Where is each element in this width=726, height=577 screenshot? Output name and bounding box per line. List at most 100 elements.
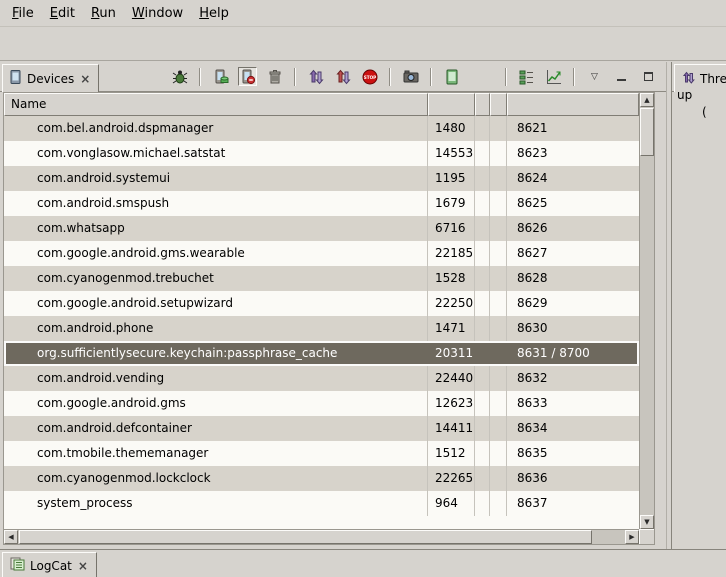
menu-window[interactable]: Window: [124, 2, 191, 25]
close-icon[interactable]: ×: [77, 559, 89, 573]
tab-threads[interactable]: Threads: [674, 64, 726, 92]
process-pid: 1480: [428, 116, 475, 141]
toolbar-separator: [294, 68, 296, 86]
empty-cell: [490, 391, 507, 416]
device-icon: [10, 70, 22, 87]
dump-threads-icon[interactable]: [333, 67, 352, 86]
table-row[interactable]: com.google.android.gms126238633: [4, 391, 639, 416]
table-row[interactable]: com.tmobile.thememanager15128635: [4, 441, 639, 466]
column-header-empty[interactable]: [490, 93, 507, 116]
empty-cell: [475, 441, 490, 466]
empty-cell: [475, 491, 490, 516]
process-name: com.vonglasow.michael.satstat: [4, 141, 428, 166]
process-name: com.bel.android.dspmanager: [4, 116, 428, 141]
maximize-icon[interactable]: [639, 67, 658, 86]
process-pid: 1679: [428, 191, 475, 216]
empty-cell: [490, 241, 507, 266]
table-row[interactable]: org.sufficientlysecure.keychain:passphra…: [4, 341, 639, 366]
table-row[interactable]: system_process9648637: [4, 491, 639, 516]
process-port: 8625: [507, 191, 639, 216]
process-name: com.tmobile.thememanager: [4, 441, 428, 466]
update-threads-icon[interactable]: [306, 67, 325, 86]
table-row[interactable]: com.android.phone14718630: [4, 316, 639, 341]
tab-devices[interactable]: Devices ×: [2, 64, 99, 92]
table-row[interactable]: com.cyanogenmod.trebuchet15288628: [4, 266, 639, 291]
process-name: org.sufficientlysecure.keychain:passphra…: [4, 341, 428, 366]
process-name: com.cyanogenmod.lockclock: [4, 466, 428, 491]
tab-logcat[interactable]: LogCat ×: [2, 552, 97, 577]
process-port: 8630: [507, 316, 639, 341]
table-row[interactable]: com.vonglasow.michael.satstat14553 8623: [4, 141, 639, 166]
minimize-icon[interactable]: [612, 67, 631, 86]
hierarchy-icon[interactable]: [517, 67, 536, 86]
logcat-icon: [10, 557, 25, 574]
process-pid: 22185: [428, 241, 475, 266]
scroll-up-button[interactable]: ▲: [640, 93, 654, 107]
gc-trash-icon[interactable]: [265, 67, 284, 86]
scroll-right-button[interactable]: ▶: [625, 530, 639, 544]
empty-cell: [475, 216, 490, 241]
column-header-empty[interactable]: [475, 93, 490, 116]
process-pid: 1528: [428, 266, 475, 291]
menu-file[interactable]: File: [4, 2, 42, 25]
empty-cell: [475, 241, 490, 266]
process-port: 8624: [507, 166, 639, 191]
process-pid: 22265: [428, 466, 475, 491]
process-pid: 1195: [428, 166, 475, 191]
scroll-left-button[interactable]: ◀: [4, 530, 18, 544]
update-heap-icon[interactable]: [211, 67, 230, 86]
process-port: 8629: [507, 291, 639, 316]
empty-cell: [475, 466, 490, 491]
column-header-name[interactable]: Name: [4, 93, 428, 116]
toolbar-separator: [199, 68, 201, 86]
process-port: 8636: [507, 466, 639, 491]
system-info-icon[interactable]: [442, 67, 461, 86]
empty-cell: [490, 291, 507, 316]
process-pid: 14411: [428, 416, 475, 441]
profiling-icon[interactable]: [544, 67, 563, 86]
table-row[interactable]: com.android.smspush16798625: [4, 191, 639, 216]
tab-logcat-label: LogCat: [30, 559, 72, 573]
column-header-pid[interactable]: [428, 93, 475, 116]
devices-panel: Devices ×: [0, 62, 666, 549]
process-name: system_process: [4, 491, 428, 516]
vertical-scroll-thumb[interactable]: [640, 108, 654, 156]
empty-cell: [490, 116, 507, 141]
empty-cell: [475, 366, 490, 391]
table-row[interactable]: com.cyanogenmod.lockclock22265 8636: [4, 466, 639, 491]
logcat-bar: LogCat ×: [0, 549, 726, 577]
debug-icon[interactable]: [170, 67, 189, 86]
process-name: com.cyanogenmod.trebuchet: [4, 266, 428, 291]
table-row[interactable]: com.android.defcontainer144118634: [4, 416, 639, 441]
process-pid: 14553: [428, 141, 475, 166]
screen-capture-icon[interactable]: [401, 67, 420, 86]
scroll-down-button[interactable]: ▼: [640, 515, 654, 529]
dump-hprof-icon[interactable]: [238, 67, 257, 86]
menu-help[interactable]: Help: [191, 2, 237, 25]
process-name: com.android.phone: [4, 316, 428, 341]
process-port: 8632: [507, 366, 639, 391]
horizontal-scrollbar[interactable]: ◀ ▶: [4, 529, 639, 544]
menu-edit[interactable]: Edit: [42, 2, 83, 25]
table-row[interactable]: com.google.android.gms.wearable221858627: [4, 241, 639, 266]
table-row[interactable]: com.whatsapp67168626: [4, 216, 639, 241]
close-icon[interactable]: ×: [79, 72, 91, 86]
vertical-scrollbar[interactable]: ▲ ▼: [639, 93, 654, 529]
table-row[interactable]: com.android.systemui1195 8624: [4, 166, 639, 191]
view-menu-icon[interactable]: ▽: [585, 67, 604, 86]
process-port: 8631 / 8700: [507, 341, 639, 366]
process-port: 8623: [507, 141, 639, 166]
table-row[interactable]: com.google.android.setupwizard222508629: [4, 291, 639, 316]
empty-cell: [475, 391, 490, 416]
scrollbar-corner: [639, 529, 654, 544]
process-name: com.android.systemui: [4, 166, 428, 191]
table-row[interactable]: com.android.vending224408632: [4, 366, 639, 391]
stop-process-icon[interactable]: STOP: [360, 67, 379, 86]
horizontal-scroll-thumb[interactable]: [19, 530, 592, 544]
empty-cell: [490, 166, 507, 191]
table-row[interactable]: com.bel.android.dspmanager14808621: [4, 116, 639, 141]
empty-cell: [490, 141, 507, 166]
process-port: 8627: [507, 241, 639, 266]
menu-run[interactable]: Run: [83, 2, 124, 25]
column-header-port[interactable]: [507, 93, 639, 116]
